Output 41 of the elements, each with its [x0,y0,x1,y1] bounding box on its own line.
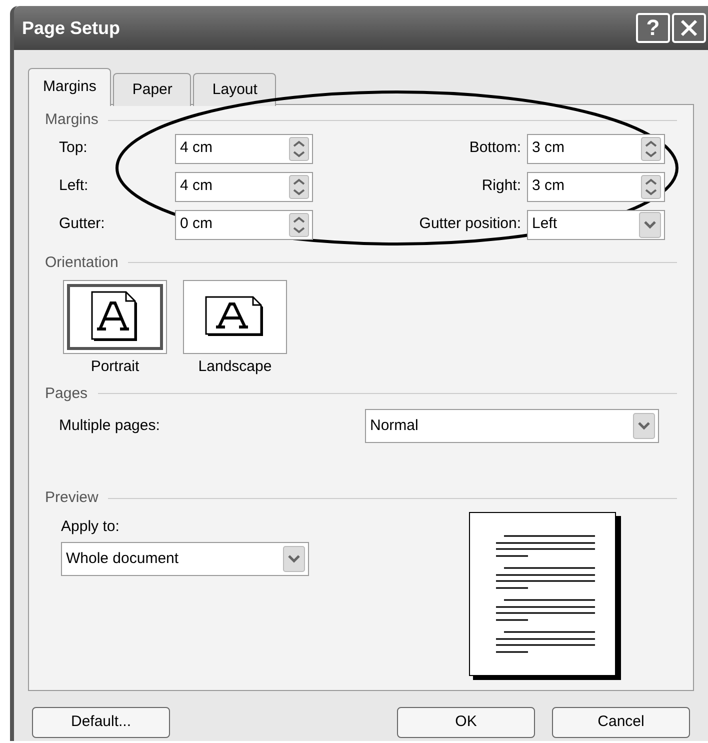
tab[interactable]: Paper [113,73,192,106]
spin-arrows-icon[interactable] [641,174,661,198]
spin-arrows-icon[interactable] [289,174,309,198]
close-button[interactable] [672,13,706,43]
dropdown[interactable]: Left [527,210,665,240]
section-title: Margins [45,110,98,130]
orientation-button[interactable] [183,280,287,354]
dialog-button[interactable]: Cancel [552,707,690,738]
field-label: Bottom: [469,138,521,158]
dialog-button[interactable]: Default... [32,707,170,738]
field-label: Right: [482,176,521,196]
spin-arrows-icon[interactable] [641,136,661,160]
tab[interactable]: Layout [193,73,276,106]
spin-field[interactable]: 4 cm [175,172,313,202]
landscape-page-icon [205,296,265,338]
spin-field[interactable]: 0 cm [175,210,313,240]
portrait-page-icon [91,291,139,343]
orientation-button[interactable] [63,280,167,354]
spin-arrows-icon[interactable] [289,136,309,160]
section-title: Orientation [45,252,118,272]
field-label: Multiple pages: [59,416,161,436]
dropdown[interactable]: Whole document [61,542,309,576]
option-label: Portrait [90,357,140,377]
spin-field[interactable]: 3 cm [527,172,665,202]
option-label: Landscape [198,357,272,377]
spin-field[interactable]: 4 cm [175,134,313,164]
section-title: Preview [45,488,98,508]
spin-arrows-icon[interactable] [289,212,309,236]
section-title: Pages [45,384,88,404]
window-title: Page Setup [22,16,122,40]
help-button[interactable]: ? [636,13,670,43]
close-icon[interactable] [680,19,698,37]
field-label: Gutter position: [419,214,521,234]
field-label: Top: [59,138,88,158]
tab[interactable]: Margins [28,68,112,106]
field-label: Gutter: [59,214,106,234]
dropdown[interactable]: Normal [365,409,659,443]
dialog-button[interactable]: OK [397,707,535,738]
field-label: Left: [59,176,90,196]
spin-field[interactable]: 3 cm [527,134,665,164]
field-label: Apply to: [61,516,120,536]
